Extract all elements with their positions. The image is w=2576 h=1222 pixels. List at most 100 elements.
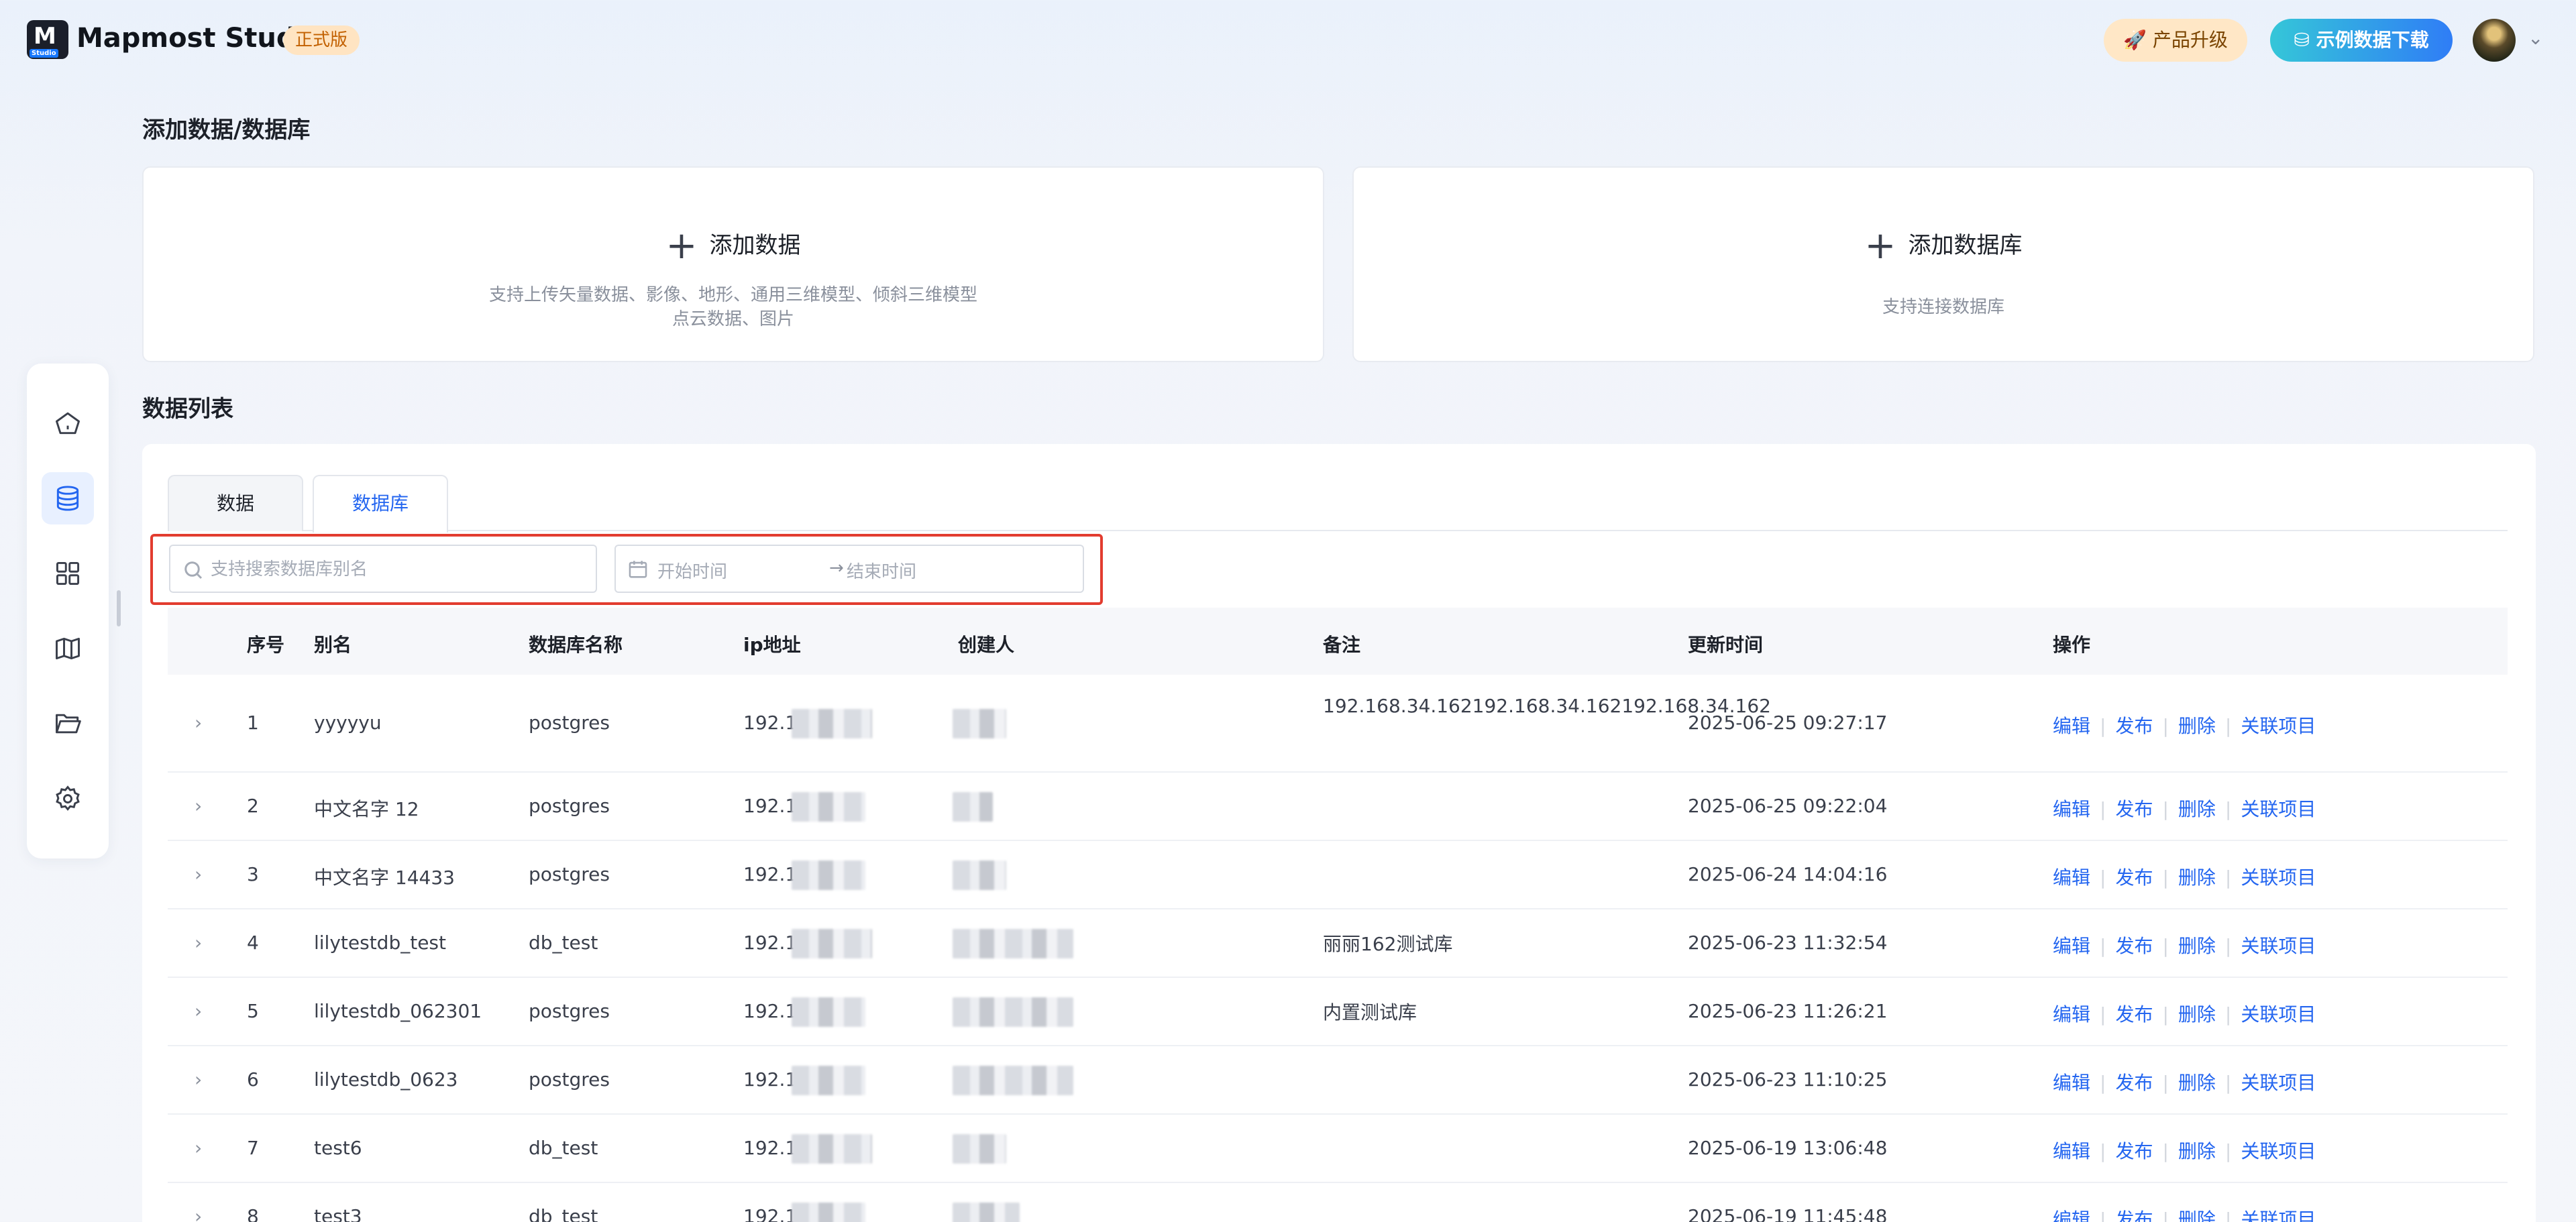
redacted-ip: [792, 929, 872, 958]
start-time-field[interactable]: 开始时间: [657, 558, 727, 583]
cell-db-name: postgres: [529, 712, 610, 734]
table-header: 序号 别名 数据库名称 ip地址 创建人 备注 更新时间 操作: [168, 608, 2508, 675]
cell-ip-prefix: 192.1: [743, 1137, 798, 1159]
link-project-link[interactable]: 关联项目: [2241, 1072, 2316, 1094]
col-updated: 更新时间: [1688, 634, 1764, 656]
expand-row-icon[interactable]: ›: [195, 795, 202, 817]
publish-link[interactable]: 发布: [2115, 867, 2153, 889]
delete-link[interactable]: 删除: [2178, 867, 2216, 889]
action-divider: |: [2162, 1209, 2169, 1222]
delete-link[interactable]: 删除: [2178, 935, 2216, 957]
end-time-field[interactable]: 结束时间: [847, 558, 916, 583]
cell-index: 4: [247, 932, 259, 954]
date-range-picker[interactable]: 开始时间 → 结束时间: [614, 545, 1084, 593]
upgrade-button[interactable]: 🚀 产品升级: [2104, 19, 2247, 62]
cell-updated: 2025-06-19 13:06:48: [1688, 1137, 1888, 1159]
table-row: › 8 test3 db_test 192.1 2025-06-19 11:45:48 编辑…: [168, 1183, 2508, 1222]
link-project-link[interactable]: 关联项目: [2241, 798, 2316, 820]
edit-link[interactable]: 编辑: [2053, 1003, 2090, 1025]
delete-link[interactable]: 删除: [2178, 715, 2216, 737]
add-database-desc: 支持连接数据库: [1882, 297, 2004, 317]
sample-data-download-button[interactable]: ⛁ 示例数据下载: [2270, 19, 2453, 62]
expand-row-icon[interactable]: ›: [195, 1000, 202, 1022]
redacted-creator: [953, 997, 1073, 1027]
rocket-icon: 🚀: [2123, 29, 2147, 51]
expand-row-icon[interactable]: ›: [195, 1205, 202, 1222]
link-project-link[interactable]: 关联项目: [2241, 867, 2316, 889]
edit-link[interactable]: 编辑: [2053, 1140, 2090, 1162]
edit-link[interactable]: 编辑: [2053, 935, 2090, 957]
cell-alias: lilytestdb_0623: [314, 1068, 458, 1091]
delete-link[interactable]: 删除: [2178, 1072, 2216, 1094]
nav-home[interactable]: [42, 397, 94, 449]
redacted-creator: [953, 1066, 1073, 1095]
cell-alias: 中文名字 14433: [314, 867, 455, 889]
tab-data[interactable]: 数据: [168, 475, 303, 531]
cell-alias: lilytestdb_test: [314, 932, 446, 954]
edit-link[interactable]: 编辑: [2053, 867, 2090, 889]
publish-link[interactable]: 发布: [2115, 1003, 2153, 1025]
avatar[interactable]: [2473, 19, 2516, 62]
edit-link[interactable]: 编辑: [2053, 1209, 2090, 1222]
action-divider: |: [2162, 1003, 2169, 1025]
nav-database[interactable]: [42, 472, 94, 524]
link-project-link[interactable]: 关联项目: [2241, 1209, 2316, 1222]
expand-row-icon[interactable]: ›: [195, 1137, 202, 1159]
add-database-heading: + 添加数据库: [1354, 224, 2533, 268]
add-database-card[interactable]: + 添加数据库 支持连接数据库: [1352, 166, 2534, 362]
col-alias: 别名: [314, 634, 352, 656]
redacted-creator: [953, 1134, 1006, 1164]
publish-link[interactable]: 发布: [2115, 715, 2153, 737]
cell-alias: lilytestdb_062301: [314, 1000, 482, 1022]
delete-link[interactable]: 删除: [2178, 1003, 2216, 1025]
delete-link[interactable]: 删除: [2178, 1209, 2216, 1222]
expand-row-icon[interactable]: ›: [195, 712, 202, 734]
publish-link[interactable]: 发布: [2115, 1072, 2153, 1094]
nav-apps[interactable]: [42, 547, 94, 600]
col-db-name: 数据库名称: [529, 634, 623, 656]
add-data-card[interactable]: + 添加数据 支持上传矢量数据、影像、地形、通用三维模型、倾斜三维模型 点云数据、…: [142, 166, 1324, 362]
cell-ip-prefix: 192.1: [743, 863, 798, 885]
expand-row-icon[interactable]: ›: [195, 1068, 202, 1091]
side-nav: [27, 364, 109, 858]
link-project-link[interactable]: 关联项目: [2241, 1140, 2316, 1162]
publish-link[interactable]: 发布: [2115, 798, 2153, 820]
action-divider: |: [2162, 1072, 2169, 1094]
cell-note: 内置测试库: [1323, 1001, 1417, 1023]
col-note: 备注: [1323, 634, 1361, 656]
nav-map[interactable]: [42, 622, 94, 675]
logo-letter: M: [34, 23, 56, 50]
search-input[interactable]: [211, 554, 586, 585]
delete-link[interactable]: 删除: [2178, 798, 2216, 820]
table-row: › 1 yyyyyu postgres 192.1 192.168.34.162192.1…: [168, 675, 2508, 773]
row-actions: 编辑 | 发布 | 删除 | 关联项目: [2053, 1000, 2316, 1027]
publish-link[interactable]: 发布: [2115, 1140, 2153, 1162]
cell-db-name: postgres: [529, 1000, 610, 1022]
publish-link[interactable]: 发布: [2115, 935, 2153, 957]
nav-folder[interactable]: [42, 698, 94, 750]
add-data-desc-line2: 点云数据、图片: [672, 309, 794, 329]
cell-index: 8: [247, 1205, 259, 1222]
cell-ip-prefix: 192.1: [743, 795, 798, 817]
app-logo[interactable]: M Studio: [27, 20, 68, 59]
expand-row-icon[interactable]: ›: [195, 863, 202, 885]
edit-link[interactable]: 编辑: [2053, 798, 2090, 820]
upgrade-label: 产品升级: [2152, 29, 2228, 51]
link-project-link[interactable]: 关联项目: [2241, 935, 2316, 957]
edition-badge: 正式版: [283, 25, 360, 55]
expand-row-icon[interactable]: ›: [195, 932, 202, 954]
publish-link[interactable]: 发布: [2115, 1209, 2153, 1222]
redacted-creator: [953, 709, 1006, 738]
edit-link[interactable]: 编辑: [2053, 715, 2090, 737]
action-divider: |: [2100, 798, 2106, 820]
plus-icon: +: [1864, 224, 1896, 268]
chevron-down-icon[interactable]: ⌄: [2528, 27, 2543, 49]
link-project-link[interactable]: 关联项目: [2241, 1003, 2316, 1025]
link-project-link[interactable]: 关联项目: [2241, 715, 2316, 737]
search-box[interactable]: [169, 545, 597, 593]
delete-link[interactable]: 删除: [2178, 1140, 2216, 1162]
sidebar-collapse-handle[interactable]: [117, 590, 121, 626]
nav-settings[interactable]: [42, 773, 94, 825]
tab-database[interactable]: 数据库: [313, 475, 448, 533]
edit-link[interactable]: 编辑: [2053, 1072, 2090, 1094]
